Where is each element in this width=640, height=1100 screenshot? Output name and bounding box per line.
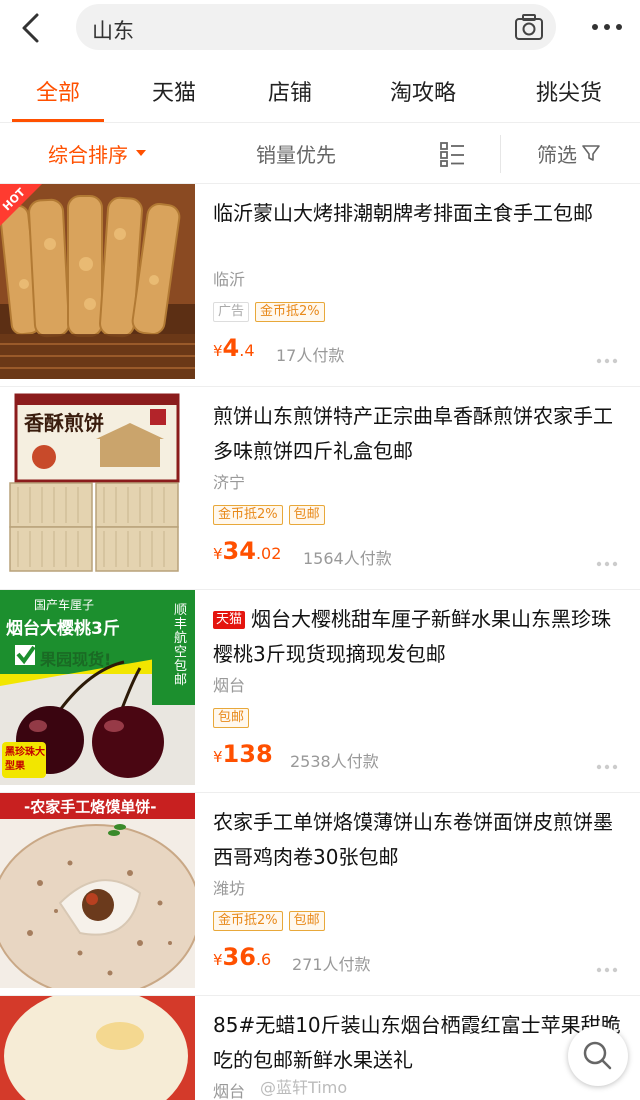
product-location: 烟台	[213, 676, 246, 695]
ad-tag: 广告	[213, 302, 250, 322]
caret-down-icon	[136, 150, 146, 156]
more-icon[interactable]	[592, 24, 622, 30]
filter-funnel-icon	[582, 145, 600, 161]
product-tags: 金币抵2% 包邮	[213, 505, 325, 525]
price-decimal: .02	[255, 544, 282, 563]
floating-search-button[interactable]	[568, 1026, 628, 1086]
coin-tag: 金币抵2%	[213, 911, 283, 931]
product-title[interactable]: 煎饼山东煎饼特产正宗曲阜香酥煎饼农家手工多味煎饼四斤礼盒包邮	[213, 399, 623, 469]
product-location: 烟台	[213, 1082, 246, 1100]
banner-title: 烟台大樱桃3斤	[6, 619, 120, 639]
product-tags: 广告 金币抵2%	[213, 302, 325, 322]
search-float-icon	[583, 1041, 612, 1070]
product-price: ¥34.02	[213, 537, 282, 565]
banner-title: -农家手工烙馍单饼-	[24, 798, 157, 816]
price-integer: 36	[222, 943, 256, 971]
product-title-text: 烟台大樱桃甜车厘子新鲜水果山东黑珍珠樱桃3斤现货现摘现发包邮	[213, 607, 612, 666]
sort-sales-button[interactable]: 销量优先	[256, 123, 336, 183]
coin-tag: 金币抵2%	[255, 302, 325, 322]
divider	[500, 135, 501, 173]
product-image[interactable]: HOT	[0, 184, 195, 379]
product-title[interactable]: 天猫 烟台大樱桃甜车厘子新鲜水果山东黑珍珠樱桃3斤现货现摘现发包邮	[213, 602, 623, 672]
product-price: ¥36.6	[213, 943, 272, 971]
filter-label: 筛选	[537, 142, 577, 167]
paid-count: 17人付款	[276, 346, 345, 365]
more-dots-icon[interactable]	[596, 561, 618, 567]
more-dots-icon[interactable]	[596, 967, 618, 973]
product-item[interactable]: HOT 临沂蒙山大烤排潮朝牌考排面主食手工包邮 临沂 广告 金币抵2% ¥4.4…	[0, 184, 640, 387]
tab-label: 店铺	[267, 81, 312, 106]
product-location: 临沂	[213, 270, 246, 289]
free-shipping-tag: 包邮	[288, 911, 325, 931]
paid-count: 271人付款	[292, 955, 371, 974]
more-dots-icon[interactable]	[596, 764, 618, 770]
price-decimal: .4	[239, 341, 255, 360]
top-bar: 山东	[0, 0, 640, 56]
price-decimal: .6	[255, 950, 272, 969]
product-image[interactable]	[0, 996, 195, 1100]
category-tabs: 全部 天猫 店铺 淘攻略 挑尖货	[0, 60, 640, 122]
paid-count: 1564人付款	[303, 549, 392, 568]
tab-label: 挑尖货	[535, 81, 602, 106]
paid-count: 2538人付款	[290, 752, 379, 771]
price-integer: 138	[222, 740, 273, 768]
product-price: ¥4.4	[213, 334, 255, 362]
tab-guides[interactable]: 淘攻略	[348, 60, 498, 122]
more-dots-icon[interactable]	[596, 358, 618, 364]
search-box[interactable]: 山东	[76, 4, 556, 50]
side-banner: 顺丰航空包邮	[174, 603, 188, 688]
tab-all[interactable]: 全部	[0, 60, 116, 122]
tmall-badge: 天猫	[213, 611, 246, 629]
filter-button[interactable]: 筛选	[537, 123, 601, 183]
product-image[interactable]: 国产车厘子 烟台大樱桃3斤 果园现货! 顺丰航空包邮 黑珍珠大型果	[0, 590, 195, 785]
product-image[interactable]: 香酥煎饼	[0, 387, 195, 582]
product-price: ¥138	[213, 740, 273, 768]
list-view-icon[interactable]	[440, 141, 466, 167]
tab-label: 天猫	[151, 81, 196, 106]
tab-label: 全部	[35, 81, 80, 106]
free-shipping-tag: 包邮	[288, 505, 325, 525]
tab-tmall[interactable]: 天猫	[116, 60, 232, 122]
banner-highlight: 果园现货!	[40, 650, 112, 669]
price-integer: 4	[222, 334, 240, 362]
product-image[interactable]: -农家手工烙馍单饼-	[0, 793, 195, 988]
price-integer: 34	[222, 537, 256, 565]
product-title[interactable]: 农家手工单饼烙馍薄饼山东卷饼面饼皮煎饼墨西哥鸡肉卷30张包邮	[213, 805, 623, 875]
tab-label: 淘攻略	[389, 81, 456, 106]
search-input[interactable]: 山东	[92, 15, 134, 45]
product-title[interactable]: 85#无蜡10斤装山东烟台栖霞红富士苹果甜脆吃的包邮新鲜水果送礼	[213, 1008, 623, 1078]
sort-comprehensive-button[interactable]: 综合排序	[48, 123, 146, 183]
watermark: @蓝轩Timo	[260, 1078, 348, 1097]
corner-label: 黑珍珠大型果	[5, 747, 45, 772]
product-location: 济宁	[213, 473, 246, 492]
camera-icon[interactable]	[514, 13, 544, 41]
product-tags: 金币抵2% 包邮	[213, 911, 325, 931]
product-item[interactable]: 香酥煎饼 煎饼山东煎饼特产正宗曲阜香酥煎饼农家手工多味煎饼四斤礼盒包邮 济宁 金…	[0, 387, 640, 590]
sort-bar: 综合排序 销量优先 筛选	[0, 122, 640, 184]
product-item[interactable]: 国产车厘子 烟台大樱桃3斤 果园现货! 顺丰航空包邮 黑珍珠大型果 天猫 烟台大樱…	[0, 590, 640, 793]
product-tags: 包邮	[213, 708, 250, 728]
box-title: 香酥煎饼	[24, 411, 104, 435]
tab-premium[interactable]: 挑尖货	[498, 60, 640, 122]
product-location: 潍坊	[213, 879, 246, 898]
product-title[interactable]: 临沂蒙山大烤排潮朝牌考排面主食手工包邮	[213, 196, 623, 231]
banner-subtitle: 国产车厘子	[34, 598, 95, 612]
tab-shops[interactable]: 店铺	[232, 60, 348, 122]
product-item[interactable]: -农家手工烙馍单饼- 农家手工单饼烙馍薄饼山东卷饼面饼皮煎饼墨西哥鸡肉卷30张包…	[0, 793, 640, 996]
back-arrow-icon[interactable]	[14, 10, 50, 46]
coin-tag: 金币抵2%	[213, 505, 283, 525]
sort-label: 销量优先	[256, 142, 336, 167]
free-shipping-tag: 包邮	[213, 708, 250, 728]
sort-label: 综合排序	[48, 142, 128, 167]
